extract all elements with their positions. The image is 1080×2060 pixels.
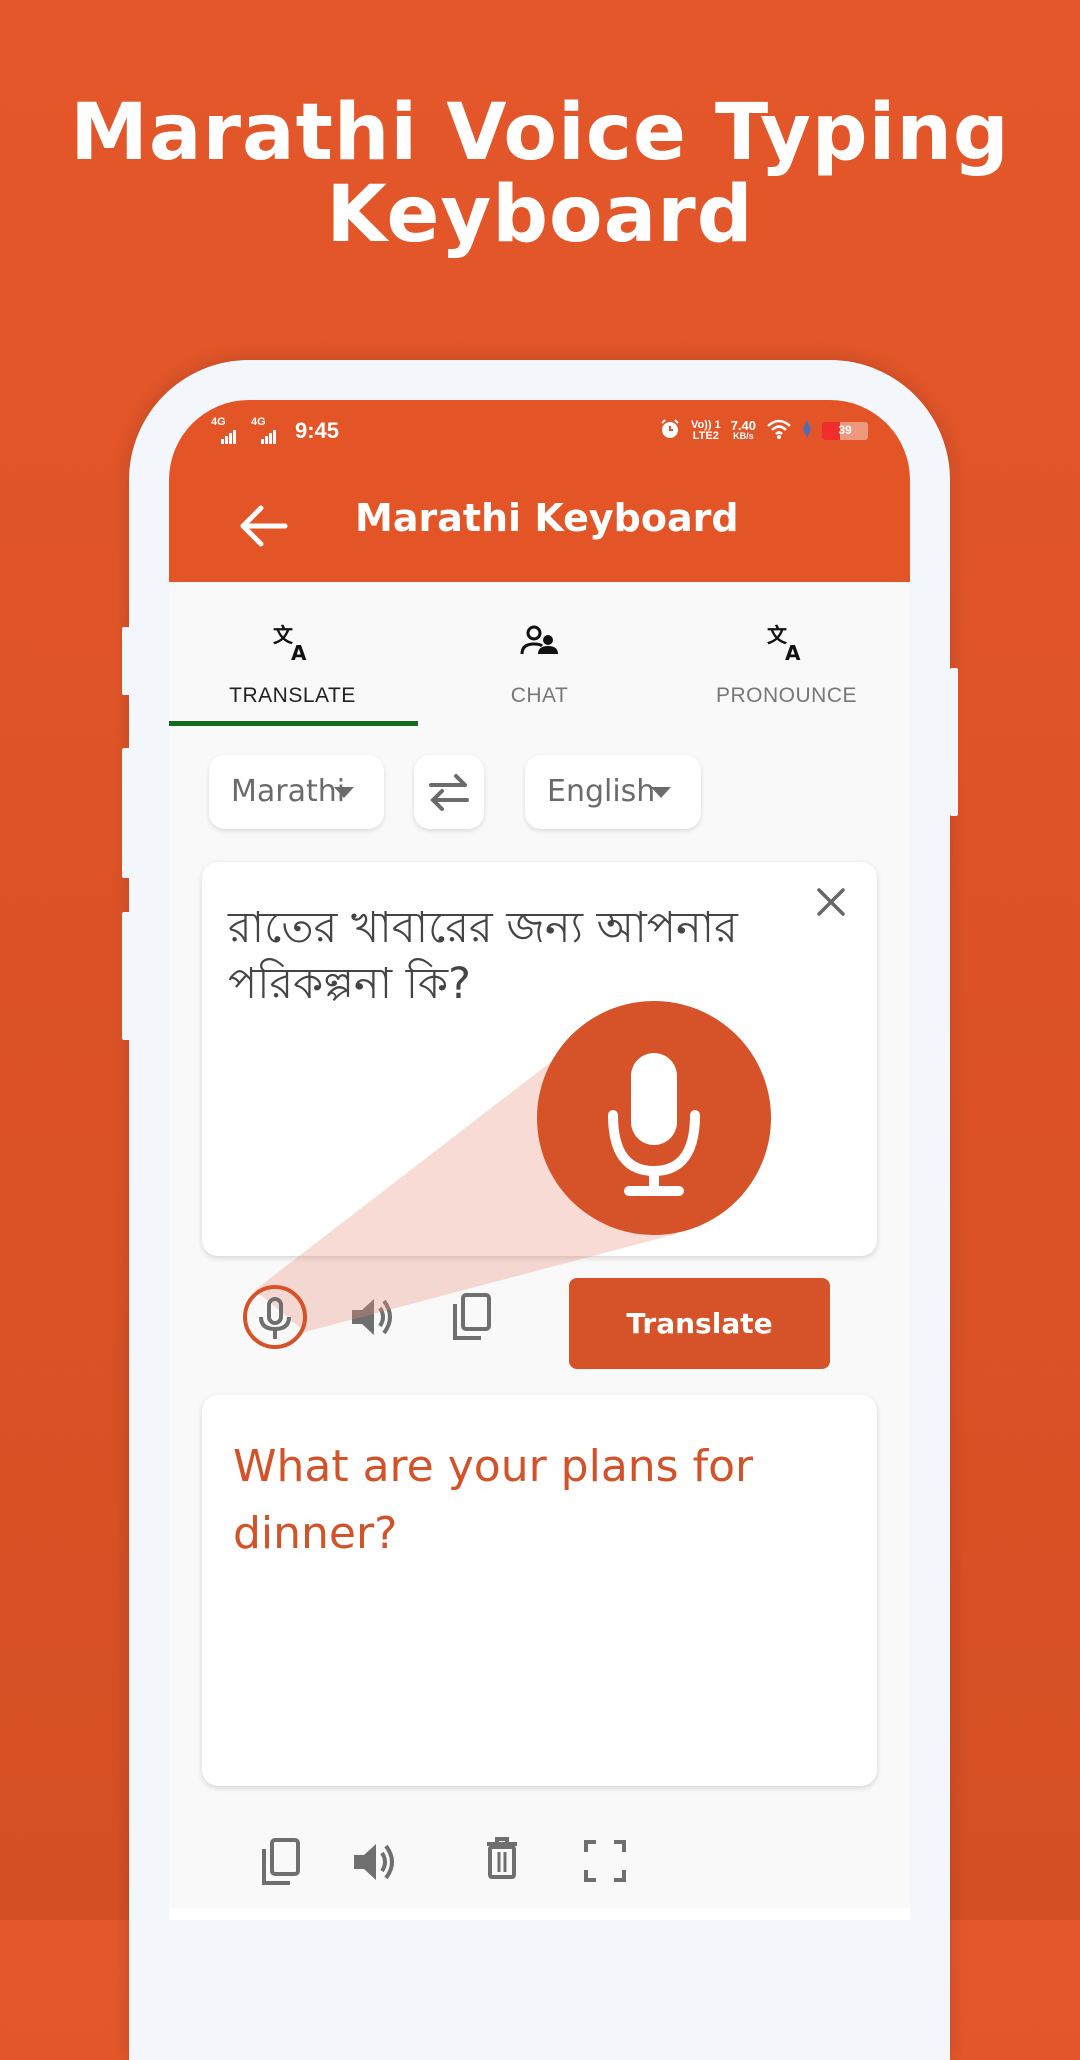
delete-output-button[interactable] — [475, 1832, 529, 1886]
copy-icon — [453, 1293, 491, 1340]
translate-button[interactable]: Translate — [569, 1278, 830, 1369]
fullscreen-button[interactable] — [578, 1834, 632, 1888]
arrow-back-icon — [240, 505, 288, 547]
source-language-dropdown[interactable]: Marathi — [209, 755, 384, 829]
copy-input-button[interactable] — [445, 1290, 499, 1344]
trash-icon — [487, 1837, 517, 1879]
tab-label: PRONOUNCE — [715, 684, 857, 707]
phone-side-button — [122, 627, 130, 695]
signal-icon: 4G — [211, 416, 241, 444]
microphone-button[interactable] — [243, 1285, 307, 1349]
app-bar: 4G 4G 9:45 Vo)) 1 LTE2 7.40 KB/s 39 Mara… — [169, 400, 910, 582]
signal-icon: 4G — [251, 416, 281, 444]
status-bar: 4G 4G 9:45 Vo)) 1 LTE2 7.40 KB/s 39 — [169, 414, 910, 454]
dropdown-arrow-icon — [651, 787, 671, 798]
phone-side-button — [122, 912, 130, 1040]
copy-icon — [262, 1838, 300, 1885]
target-language-dropdown[interactable]: English — [525, 755, 701, 829]
clear-input-button[interactable] — [811, 882, 851, 922]
promo-title: Marathi Voice Typing Keyboard — [0, 92, 1080, 256]
speak-input-button[interactable] — [346, 1290, 400, 1344]
swap-arrows-icon — [429, 774, 469, 811]
dropdown-arrow-icon — [334, 787, 354, 798]
copy-output-button[interactable] — [254, 1835, 308, 1889]
phone-side-button — [950, 668, 958, 816]
translated-text: What are your plans for dinner? — [233, 1441, 754, 1559]
output-card: What are your plans for dinner? — [202, 1395, 877, 1786]
back-button[interactable] — [235, 498, 291, 554]
network-speed: 7.40 KB/s — [730, 417, 756, 441]
translate-icon: 文 A — [273, 623, 307, 664]
input-text-area[interactable]: রাতের খাবারের জন্য আপনার পরিকল্পনা কি? — [228, 900, 788, 1012]
svg-text:A: A — [785, 641, 801, 664]
speak-output-button[interactable] — [348, 1835, 402, 1889]
nav-bar — [169, 1908, 910, 1920]
promo-title-line1: Marathi Voice Typing — [70, 88, 1010, 178]
tab-label: CHAT — [510, 684, 569, 707]
people-icon — [520, 625, 558, 655]
voice-input-callout — [537, 1001, 771, 1235]
target-language-value: English — [547, 774, 656, 809]
swap-languages-button[interactable] — [414, 755, 484, 829]
status-time: 9:45 — [295, 418, 340, 443]
charging-icon — [802, 420, 812, 441]
speaker-icon — [352, 1299, 392, 1335]
microphone-icon — [259, 1297, 291, 1339]
close-icon — [817, 888, 845, 916]
phone-side-button — [122, 748, 130, 878]
battery-icon: 39 — [822, 421, 868, 440]
wifi-icon — [766, 418, 792, 443]
svg-text:A: A — [291, 641, 307, 664]
tab-pronounce[interactable]: 文 A PRONOUNCE — [663, 582, 910, 725]
fullscreen-icon — [584, 1840, 626, 1882]
tab-bar: 文 A TRANSLATE CHAT 文 A PRONOUNCE — [169, 582, 910, 726]
promo-title-line2: Keyboard — [326, 170, 754, 260]
tab-label: TRANSLATE — [229, 684, 356, 707]
tab-chat[interactable]: CHAT — [416, 582, 663, 725]
speaker-icon — [354, 1844, 394, 1880]
alarm-icon — [659, 418, 681, 443]
source-language-value: Marathi — [231, 774, 346, 809]
tab-translate[interactable]: 文 A TRANSLATE — [169, 582, 416, 725]
volte-indicator: Vo)) 1 LTE2 — [690, 418, 721, 442]
microphone-icon — [608, 1053, 700, 1196]
translate-icon: 文 A — [767, 623, 801, 664]
tab-indicator — [169, 721, 418, 726]
app-title: Marathi Keyboard — [355, 496, 739, 540]
